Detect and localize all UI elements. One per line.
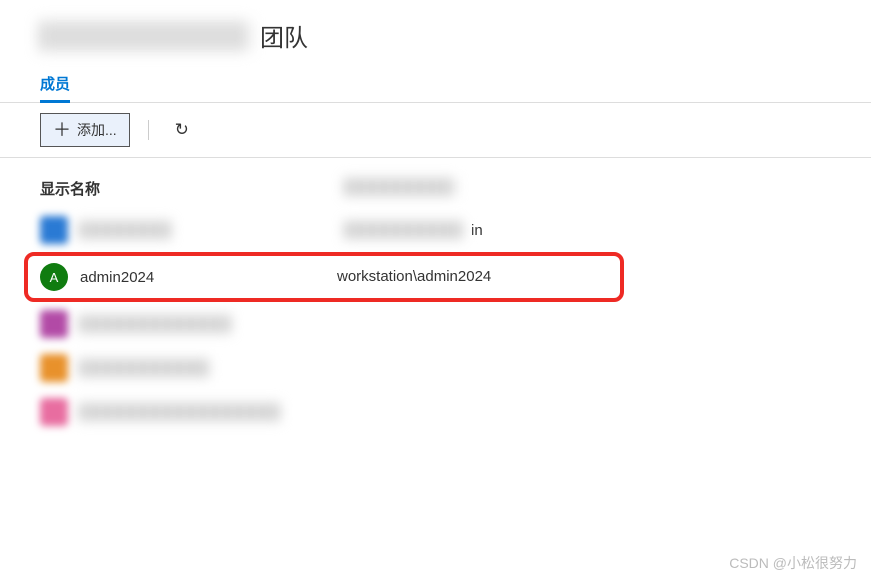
member-scope: workstation\admin2024 [337,268,491,285]
avatar [40,354,68,382]
member-name-redacted [80,359,210,377]
tab-members[interactable]: 成员 [40,73,70,103]
page-title-redacted [40,21,250,51]
table-row[interactable] [40,302,831,346]
add-button[interactable]: ＋ 添加... [40,113,130,147]
member-scope-redacted [345,221,465,239]
member-name-redacted [80,315,230,333]
refresh-icon: ↻ [175,120,189,139]
member-name-redacted [80,221,170,239]
refresh-button[interactable]: ↻ [167,116,197,144]
plus-icon: ＋ [53,121,71,139]
toolbar-divider [148,120,149,140]
add-button-label: 添加... [77,120,117,140]
table-row-highlighted[interactable]: A admin2024 workstation\admin2024 [24,252,624,302]
table-row[interactable] [40,346,831,390]
column-display-name: 显示名称 [40,178,345,200]
avatar [40,310,68,338]
watermark: CSDN @小松很努力 [729,553,857,573]
column-username-scope-redacted [345,178,455,196]
member-name-redacted [80,403,280,421]
table-row[interactable]: in [40,208,831,252]
member-name: admin2024 [80,269,154,286]
avatar [40,398,68,426]
table-row[interactable] [40,390,831,434]
avatar [40,216,68,244]
avatar: A [40,263,68,291]
scope-hint: in [471,222,483,239]
page-title-suffix: 团队 [260,18,308,53]
